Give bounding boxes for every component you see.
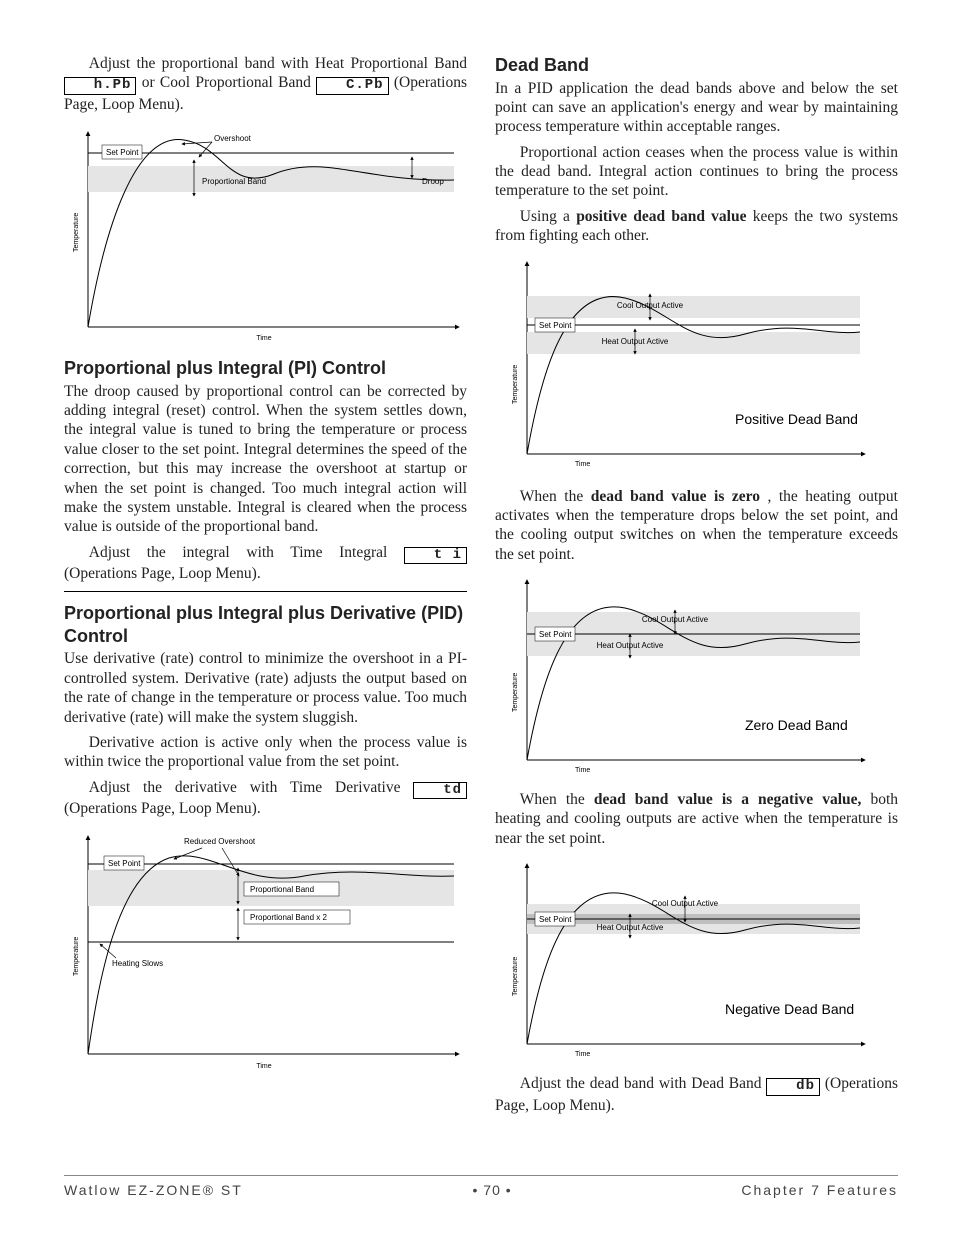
xlabel: Time <box>575 461 590 468</box>
xlabel: Time <box>575 767 590 774</box>
heading-dead-band: Dead Band <box>495 54 898 77</box>
para-pi-body: The droop caused by proportional control… <box>64 382 467 537</box>
param-db: db <box>766 1078 820 1095</box>
para-pid-3: Adjust the derivative with Time Derivati… <box>64 778 467 819</box>
label-slows: Heating Slows <box>112 959 163 968</box>
para-pid-1: Use derivative (rate) control to minimiz… <box>64 649 467 727</box>
ylabel: Temperature <box>512 957 519 996</box>
figure-zero-db: Set Point Cool Output Active Heat Output… <box>495 572 898 782</box>
ylabel: Temperature <box>73 937 80 976</box>
text: (Operations Page, Loop Menu). <box>64 565 261 582</box>
para-pid-2: Derivative action is active only when th… <box>64 733 467 772</box>
para-db-1: In a PID application the dead bands abov… <box>495 79 898 137</box>
heading-pid: Proportional plus Integral plus Derivati… <box>64 602 467 647</box>
caption-zero: Zero Dead Band <box>745 717 848 733</box>
label-set-point: Set Point <box>539 630 572 639</box>
label-pb: Proportional Band <box>250 885 314 894</box>
label-reduced: Reduced Overshoot <box>184 837 256 846</box>
para-db-2: Proportional action ceases when the proc… <box>495 143 898 201</box>
figure-negative-db: Set Point Cool Output Active Heat Output… <box>495 856 898 1066</box>
label-set-point: Set Point <box>108 859 141 868</box>
text: Adjust the dead band with Dead Band <box>520 1075 767 1092</box>
label-pb2: Proportional Band x 2 <box>250 913 327 922</box>
text-bold: dead band value is zero <box>591 488 760 505</box>
caption-negative: Negative Dead Band <box>725 1001 854 1017</box>
text-bold: dead band value is a negative value, <box>594 791 862 808</box>
param-ti: t i <box>404 547 467 564</box>
xlabel: Time <box>575 1051 590 1058</box>
text: or Cool Proportional Band <box>142 74 316 91</box>
figure-pid: Set Point Reduced Overshoot Proportional… <box>64 826 467 1076</box>
ylabel: Temperature <box>73 213 80 252</box>
caption-positive: Positive Dead Band <box>735 411 858 427</box>
ylabel: Temperature <box>512 364 519 403</box>
divider <box>64 591 467 592</box>
para-pi-adjust: Adjust the integral with Time Integral t… <box>64 543 467 584</box>
heading-pi: Proportional plus Integral (PI) Control <box>64 357 467 380</box>
label-set-point: Set Point <box>539 321 572 330</box>
text: When the <box>520 791 594 808</box>
text: Adjust the integral with Time Integral <box>89 544 404 561</box>
xlabel: Time <box>256 335 271 342</box>
text: Adjust the proportional band with Heat P… <box>89 55 467 72</box>
para-db-4: When the dead band value is zero , the h… <box>495 487 898 565</box>
label-set-point: Set Point <box>106 148 139 157</box>
ylabel: Temperature <box>512 673 519 712</box>
xlabel: Time <box>256 1063 271 1070</box>
para-adjust-pb: Adjust the proportional band with Heat P… <box>64 54 467 114</box>
figure-overshoot-droop: Set Point Overshoot Proportional Band Dr… <box>64 122 467 347</box>
text: Adjust the derivative with Time Derivati… <box>89 779 414 796</box>
text: (Operations Page, Loop Menu). <box>64 800 261 817</box>
footer-left: Watlow EZ-ZONE® ST <box>64 1182 243 1200</box>
label-set-point: Set Point <box>539 915 572 924</box>
label-overshoot: Overshoot <box>214 134 252 143</box>
param-cpb: C.Pb <box>316 77 388 94</box>
label-droop: Droop <box>422 177 444 186</box>
para-db-3: Using a positive dead band value keeps t… <box>495 207 898 246</box>
param-hpb: h.Pb <box>64 77 136 94</box>
footer-right: Chapter 7 Features <box>741 1182 898 1200</box>
text: When the <box>520 488 591 505</box>
param-td: td <box>413 782 467 799</box>
figure-positive-db: Set Point Cool Output Active Heat Output… <box>495 254 898 479</box>
para-db-5: When the dead band value is a negative v… <box>495 790 898 848</box>
text-bold: positive dead band value <box>576 208 746 225</box>
footer-page-number: • 70 • <box>473 1182 512 1200</box>
label-pb: Proportional Band <box>202 177 266 186</box>
text: Using a <box>520 208 576 225</box>
page-footer: Watlow EZ-ZONE® ST • 70 • Chapter 7 Feat… <box>64 1175 898 1200</box>
para-db-adjust: Adjust the dead band with Dead Band db (… <box>495 1074 898 1115</box>
